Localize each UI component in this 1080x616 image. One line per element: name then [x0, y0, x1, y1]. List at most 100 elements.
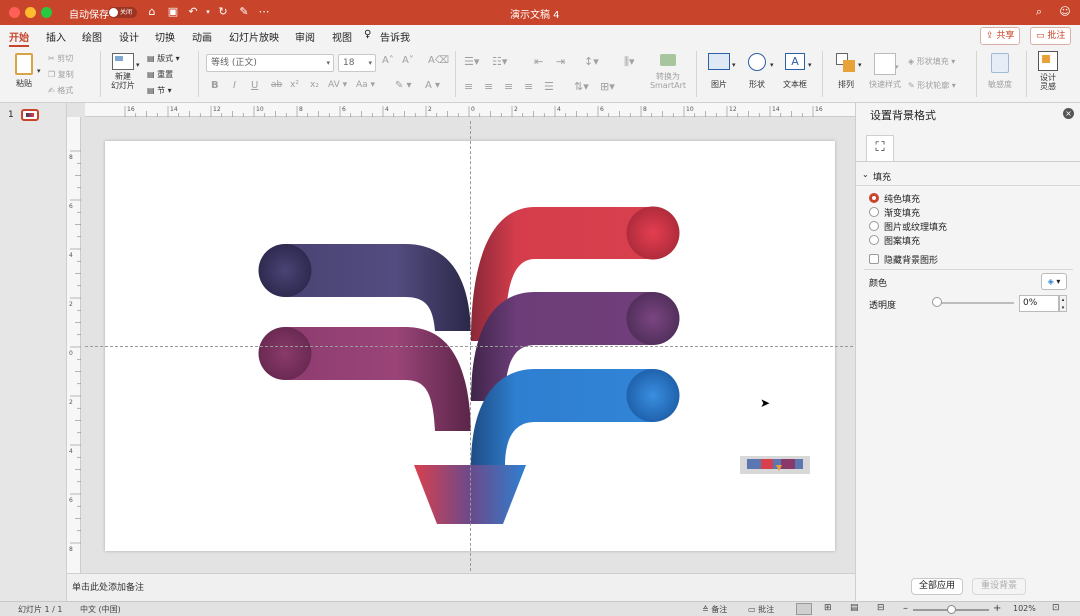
- zoom-slider-thumb[interactable]: [947, 605, 956, 614]
- picture-button[interactable]: 图片: [704, 53, 734, 97]
- zoom-in-button[interactable]: +: [993, 603, 1001, 614]
- tab-view[interactable]: 视图: [332, 29, 352, 44]
- paste-button[interactable]: 粘贴: [8, 53, 40, 97]
- paste-dropdown-icon[interactable]: ▾: [37, 67, 41, 75]
- autosave-toggle[interactable]: 关闭: [108, 7, 137, 18]
- color-picker-button[interactable]: ◈ ▾: [1041, 273, 1067, 290]
- arrange-button[interactable]: 排列: [830, 53, 862, 97]
- section-button[interactable]: ▤ 节 ▾: [147, 85, 172, 96]
- transparency-input[interactable]: 0%: [1019, 295, 1059, 312]
- italic-icon[interactable]: I: [233, 80, 236, 91]
- notes-toggle-button[interactable]: ≙ 备注: [702, 604, 727, 615]
- apply-all-button[interactable]: 全部应用: [911, 578, 963, 595]
- share-button[interactable]: ⇪ 共享: [980, 27, 1021, 45]
- change-case-icon[interactable]: Aa ▾: [356, 80, 375, 90]
- shape-outline-button[interactable]: ✎ 形状轮廓 ▾: [908, 80, 956, 91]
- tab-draw[interactable]: 绘图: [82, 29, 102, 44]
- pattern-fill-radio[interactable]: [869, 235, 879, 245]
- transparency-slider-thumb[interactable]: [932, 297, 942, 307]
- copy-button[interactable]: ❐ 复制: [48, 69, 74, 80]
- language-indicator[interactable]: 中文 (中国): [80, 604, 121, 615]
- subscript-icon[interactable]: x₂: [310, 80, 319, 90]
- zoom-level[interactable]: 102%: [1013, 604, 1036, 613]
- shape-dropdown-icon[interactable]: ▾: [770, 61, 774, 69]
- new-slide-dropdown-icon[interactable]: ▾: [136, 61, 140, 69]
- distribute-icon[interactable]: ☰: [544, 80, 554, 93]
- font-color-icon[interactable]: A ▾: [425, 80, 440, 91]
- normal-view-icon[interactable]: [796, 603, 812, 615]
- minimize-window-button[interactable]: [25, 7, 36, 18]
- reading-view-icon[interactable]: ▤: [850, 603, 859, 613]
- new-slide-button[interactable]: 新建 幻灯片: [106, 53, 140, 99]
- shape-button[interactable]: 形状: [742, 53, 772, 97]
- smiley-icon[interactable]: ☺: [1058, 5, 1072, 19]
- fit-slide-icon[interactable]: ⊡: [1052, 603, 1060, 613]
- align-left-icon[interactable]: ≡: [464, 80, 473, 93]
- picture-fill-radio[interactable]: [869, 221, 879, 231]
- notes-area[interactable]: 单击此处添加备注: [67, 573, 855, 601]
- tab-insert[interactable]: 插入: [46, 29, 66, 44]
- home-icon[interactable]: ⌂: [145, 5, 159, 19]
- clear-format-icon[interactable]: A⌫: [428, 55, 449, 66]
- transparency-stepper[interactable]: ▴ ▾: [1059, 295, 1067, 312]
- pane-close-icon[interactable]: ×: [1063, 108, 1074, 119]
- horizontal-guide[interactable]: [85, 346, 853, 347]
- grow-font-icon[interactable]: A˄: [382, 55, 394, 66]
- numbering-icon[interactable]: ☷▾: [492, 55, 507, 68]
- designer-button[interactable]: 设计 灵感: [1032, 51, 1064, 99]
- reset-background-button[interactable]: 重设背景: [972, 578, 1026, 595]
- transparency-slider-track[interactable]: [936, 302, 1014, 304]
- smartart-button[interactable]: 转换为 SmartArt: [646, 52, 690, 100]
- textbox-button[interactable]: A 文本框: [778, 53, 812, 97]
- sensitivity-button[interactable]: 敏感度: [982, 53, 1018, 97]
- reset-button[interactable]: ▤ 重置: [147, 69, 173, 80]
- hide-bg-checkbox[interactable]: [869, 254, 879, 264]
- textbox-dropdown-icon[interactable]: ▾: [808, 61, 812, 69]
- layout-button[interactable]: ▤ 版式 ▾: [147, 53, 180, 64]
- more-icon[interactable]: ⋯: [257, 5, 271, 19]
- comments-toggle-button[interactable]: ▭ 批注: [748, 604, 774, 615]
- tab-review[interactable]: 审阅: [295, 29, 315, 44]
- font-name-select[interactable]: 等线 (正文) ▾: [206, 54, 334, 72]
- strikethrough-icon[interactable]: ab: [271, 80, 282, 90]
- tab-slideshow[interactable]: 幻灯片放映: [229, 29, 279, 44]
- tab-transitions[interactable]: 切换: [155, 29, 175, 44]
- shape-fill-button[interactable]: ◈ 形状填充 ▾: [908, 56, 955, 67]
- shrink-font-icon[interactable]: A˅: [402, 55, 414, 66]
- bold-icon[interactable]: B: [211, 80, 219, 91]
- slide-sorter-icon[interactable]: ⊞: [824, 603, 832, 613]
- edit-icon[interactable]: ✎: [237, 5, 251, 19]
- slide-thumbnail-1[interactable]: [21, 109, 39, 121]
- line-spacing-icon[interactable]: ↕▾: [584, 55, 599, 68]
- char-spacing-icon[interactable]: AV ▾: [328, 80, 347, 90]
- underline-icon[interactable]: U: [251, 80, 258, 91]
- picture-dropdown-icon[interactable]: ▾: [732, 61, 736, 69]
- superscript-icon[interactable]: x²: [290, 80, 299, 90]
- decrease-indent-icon[interactable]: ⇤: [534, 55, 543, 68]
- fill-tab-button[interactable]: ⛶: [866, 135, 894, 161]
- format-painter-button[interactable]: ✍ 格式: [48, 85, 73, 96]
- fill-section-toggle[interactable]: ⌄: [862, 170, 869, 179]
- font-size-select[interactable]: 18 ▾: [338, 54, 376, 72]
- save-icon[interactable]: ▣: [166, 5, 180, 19]
- gradient-fill-radio[interactable]: [869, 207, 879, 217]
- tab-animations[interactable]: 动画: [192, 29, 212, 44]
- increase-indent-icon[interactable]: ⇥: [556, 55, 565, 68]
- tab-tell-me[interactable]: 告诉我: [380, 29, 410, 44]
- columns-icon[interactable]: ⫼▾: [624, 55, 635, 69]
- slideshow-icon[interactable]: ⊟: [877, 603, 885, 613]
- tab-design[interactable]: 设计: [119, 29, 139, 44]
- zoom-out-button[interactable]: –: [903, 603, 908, 614]
- tab-home[interactable]: 开始: [9, 29, 29, 47]
- justify-icon[interactable]: ≡: [524, 80, 533, 93]
- bullets-icon[interactable]: ☰▾: [464, 55, 479, 68]
- arrange-dropdown-icon[interactable]: ▾: [858, 61, 862, 69]
- solid-fill-radio[interactable]: [869, 193, 879, 203]
- undo-icon[interactable]: ↶: [186, 5, 200, 19]
- comment-button[interactable]: ▭ 批注: [1030, 27, 1072, 45]
- highlight-icon[interactable]: ✎ ▾: [395, 80, 412, 91]
- undo-dropdown-icon[interactable]: ▾: [201, 5, 215, 19]
- align-center-icon[interactable]: ≡: [484, 80, 493, 93]
- cut-button[interactable]: ✂ 剪切: [48, 53, 73, 64]
- search-icon[interactable]: ⌕: [1032, 5, 1046, 19]
